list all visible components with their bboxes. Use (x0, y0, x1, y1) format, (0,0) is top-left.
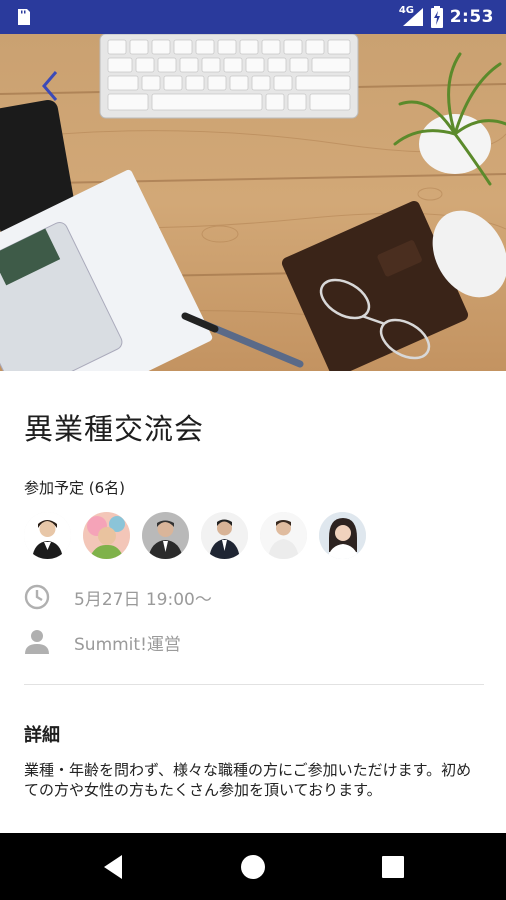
detail-body: 業種・年齢を問わず、様々な職種の方にご参加いただけます。初めての方や女性の方もた… (24, 761, 472, 799)
event-title: 異業種交流会 (24, 412, 205, 446)
clock-icon (24, 584, 50, 610)
battery-icon (430, 6, 443, 28)
status-bar: 4G 2:53 (0, 0, 506, 34)
attendee-avatar[interactable] (24, 512, 71, 559)
organizer-row: Summit!運営 (22, 627, 181, 657)
desk-illustration (0, 34, 506, 371)
attendee-avatar[interactable] (260, 512, 307, 559)
back-arrow-icon[interactable] (32, 66, 68, 106)
datetime-row: 5月27日 19:00〜 (22, 582, 212, 612)
nav-back-icon[interactable] (98, 851, 130, 883)
clock: 2:53 (449, 7, 494, 27)
attendees-label: 参加予定 (6名) (24, 479, 126, 497)
navigation-bar (0, 833, 506, 900)
divider (24, 684, 484, 685)
attendee-avatar[interactable] (142, 512, 189, 559)
attendee-list (24, 512, 366, 559)
event-organizer: Summit!運営 (74, 634, 181, 655)
detail-heading: 詳細 (24, 725, 60, 746)
attendee-avatar[interactable] (201, 512, 248, 559)
sd-card-icon (18, 9, 30, 25)
nav-recents-icon[interactable] (377, 851, 409, 883)
nav-home-icon[interactable] (237, 851, 269, 883)
person-icon (25, 630, 49, 654)
event-datetime: 5月27日 19:00〜 (74, 589, 212, 610)
signal-icon (402, 8, 423, 26)
attendee-avatar[interactable] (319, 512, 366, 559)
attendee-avatar[interactable] (83, 512, 130, 559)
hero-image (0, 34, 506, 371)
